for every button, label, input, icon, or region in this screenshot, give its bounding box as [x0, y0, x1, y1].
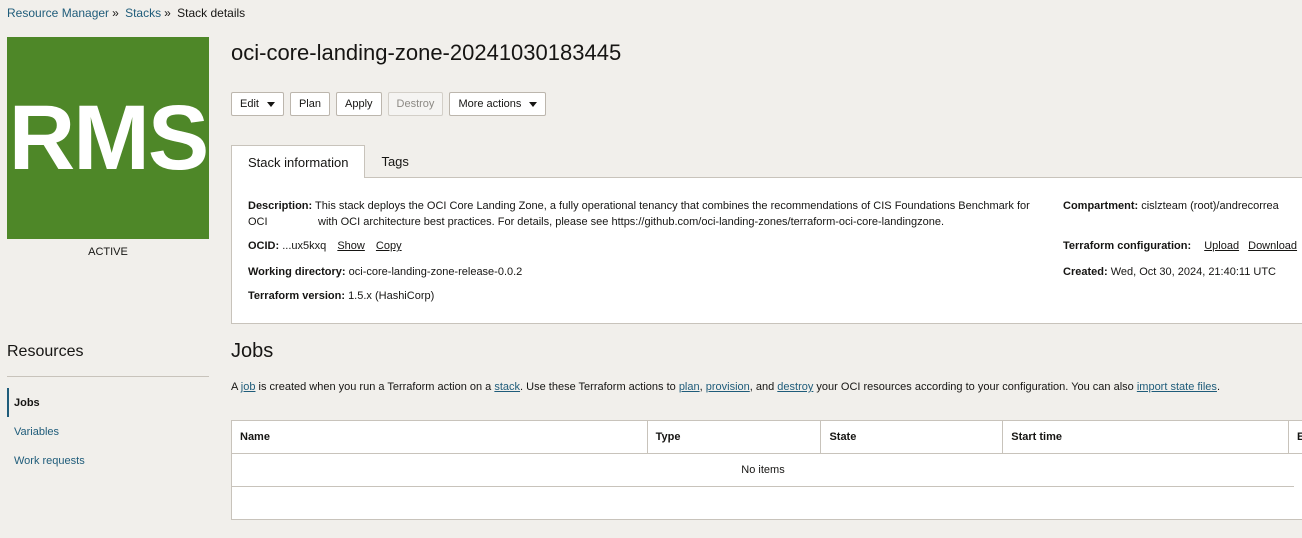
- stack-information-panel: Description: This stack deploys the OCI …: [231, 177, 1302, 324]
- terraform-version-field: Terraform version: 1.5.x (HashiCorp): [248, 288, 434, 304]
- more-actions-label: More actions: [458, 98, 522, 110]
- column-header-start-time[interactable]: Start time: [1003, 421, 1289, 453]
- terraform-version-label: Terraform version:: [248, 290, 345, 302]
- jobs-description: A job is created when you run a Terrafor…: [231, 381, 1220, 393]
- upload-link[interactable]: Upload: [1204, 240, 1239, 252]
- ocid-show-link[interactable]: Show: [337, 240, 365, 252]
- import-state-files-link[interactable]: import state files: [1137, 381, 1217, 393]
- empty-state: No items: [232, 454, 1294, 487]
- jobs-desc-text: A: [231, 381, 241, 393]
- stack-logo-text: RMS: [8, 87, 209, 189]
- ocid-field: OCID: ...ux5kxq Show Copy: [248, 238, 402, 254]
- created-field: Created: Wed, Oct 30, 2024, 21:40:11 UTC: [1063, 264, 1276, 280]
- ocid-value: ...ux5kxq: [282, 240, 327, 252]
- jobs-heading: Jobs: [231, 340, 274, 362]
- stack-logo: RMS: [7, 37, 209, 239]
- breadcrumb-stacks[interactable]: Stacks: [125, 6, 161, 20]
- tab-stack-information[interactable]: Stack information: [231, 145, 366, 178]
- sidebar-item-work-requests[interactable]: Work requests: [7, 446, 209, 475]
- edit-button-label: Edit: [240, 98, 259, 110]
- breadcrumb-separator: »: [164, 6, 171, 20]
- ocid-label: OCID:: [248, 240, 280, 252]
- jobs-desc-text: .: [1216, 381, 1220, 393]
- terraform-version-value: 1.5.x (HashiCorp): [348, 290, 435, 302]
- jobs-desc-text: your OCI resources according to your con…: [813, 381, 1137, 393]
- stack-link[interactable]: stack: [494, 381, 520, 393]
- download-link[interactable]: Download: [1248, 240, 1297, 252]
- working-directory-value: oci-core-landing-zone-release-0.0.2: [348, 266, 523, 278]
- terraform-configuration-field: Terraform configuration: Upload Download: [1063, 238, 1297, 254]
- resources-heading: Resources: [7, 343, 84, 360]
- destroy-link[interactable]: destroy: [777, 381, 813, 393]
- resources-nav: Jobs Variables Work requests: [7, 388, 209, 475]
- jobs-table: Name Type State Start time E No items: [231, 420, 1302, 520]
- provision-link[interactable]: provision: [706, 381, 750, 393]
- ocid-copy-link[interactable]: Copy: [376, 240, 402, 252]
- job-link[interactable]: job: [241, 381, 256, 393]
- more-actions-button[interactable]: More actions: [449, 92, 547, 116]
- tab-bar: Stack information Tags: [231, 145, 425, 178]
- resources-divider: [7, 376, 209, 377]
- created-value: Wed, Oct 30, 2024, 21:40:11 UTC: [1110, 266, 1276, 278]
- terraform-configuration-label: Terraform configuration:: [1063, 240, 1192, 252]
- column-header-type[interactable]: Type: [648, 421, 822, 453]
- breadcrumb-resource-manager[interactable]: Resource Manager: [7, 6, 109, 20]
- breadcrumb-current: Stack details: [177, 6, 246, 20]
- tab-tags[interactable]: Tags: [365, 145, 424, 177]
- action-toolbar: Edit Plan Apply Destroy More actions: [231, 92, 547, 116]
- apply-button[interactable]: Apply: [336, 92, 382, 116]
- column-header-end[interactable]: E: [1289, 421, 1302, 453]
- breadcrumb-separator: »: [112, 6, 119, 20]
- status-badge: ACTIVE: [88, 246, 128, 258]
- column-header-name[interactable]: Name: [232, 421, 648, 453]
- working-directory-field: Working directory: oci-core-landing-zone…: [248, 264, 522, 280]
- breadcrumb: Resource Manager» Stacks» Stack details: [7, 6, 245, 20]
- created-label: Created:: [1063, 266, 1108, 278]
- page-title: oci-core-landing-zone-20241030183445: [231, 40, 622, 65]
- jobs-desc-text: , and: [749, 381, 778, 393]
- compartment-label: Compartment:: [1063, 200, 1139, 212]
- sidebar-item-jobs[interactable]: Jobs: [7, 388, 209, 417]
- sidebar-item-variables[interactable]: Variables: [7, 417, 209, 446]
- chevron-down-icon: [529, 101, 538, 107]
- chevron-down-icon: [266, 101, 275, 107]
- plan-button[interactable]: Plan: [289, 92, 330, 116]
- column-header-state[interactable]: State: [821, 421, 1004, 453]
- description-line-2: with OCI architecture best practices. Fo…: [318, 216, 945, 228]
- compartment-value: cislzteam (root)/andrecorrea: [1141, 200, 1279, 212]
- jobs-desc-text: is created when you run a Terraform acti…: [255, 381, 495, 393]
- jobs-desc-text: . Use these Terraform actions to: [520, 381, 679, 393]
- working-directory-label: Working directory:: [248, 266, 346, 278]
- table-header: Name Type State Start time E: [232, 421, 1302, 454]
- description-label: Description:: [248, 200, 313, 212]
- compartment-field: Compartment: cislzteam (root)/andrecorre…: [1063, 198, 1279, 214]
- plan-link[interactable]: plan: [679, 381, 700, 393]
- edit-button[interactable]: Edit: [231, 92, 284, 116]
- destroy-button[interactable]: Destroy: [387, 92, 444, 116]
